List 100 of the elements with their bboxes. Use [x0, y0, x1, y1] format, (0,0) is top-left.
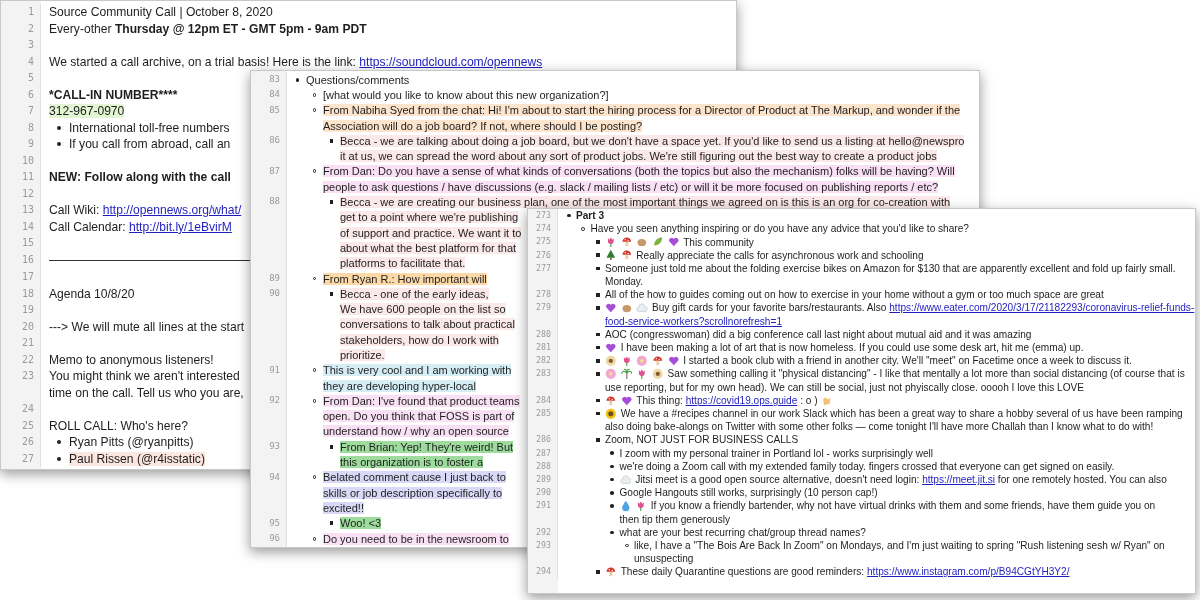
line-text: Belated comment cause I just back to [323, 471, 506, 484]
line-number: 13 [21, 203, 34, 217]
line-text: Monday. [605, 276, 643, 288]
line-text: You might think we aren't interested [49, 369, 240, 384]
line-number: 294 [535, 565, 551, 579]
bullet-icon [595, 438, 600, 442]
bullet-icon [595, 398, 600, 403]
line-number: 292 [535, 525, 551, 539]
line-text: 312-967-0970 [49, 104, 125, 119]
line-number: 281 [535, 340, 551, 354]
line-text: NEW: Follow along with the call [49, 170, 231, 185]
link[interactable]: https://meet.jit.si [922, 474, 996, 486]
line-text: Woo! <3 [340, 517, 382, 530]
mushroom-icon [620, 249, 633, 261]
line-number: 275 [535, 235, 551, 249]
line-number: 26 [21, 435, 34, 449]
line-text: From Brian: Yep! They're weird! But [340, 440, 514, 453]
bullet-icon [610, 490, 615, 495]
line-text: people to ask questions / have discussions (e.g. slack / mailing lists / etc) or will it be more focused on publishing reports / etc? [323, 180, 939, 193]
link[interactable]: food-service-workers?scrollnorefresh=1 [605, 315, 782, 327]
line-number: 288 [535, 459, 551, 473]
line-number: 87 [268, 164, 280, 178]
line-text: I have been making a lot of art that is now homeless. If you could use some desk art, hit me (emma) up. [620, 342, 1084, 354]
line-number: 19 [21, 303, 34, 317]
tulip-icon [605, 236, 617, 248]
hands-icon [820, 394, 833, 407]
heart-icon [620, 394, 633, 407]
line-text: We have a #recipes channel in our work Slack which has been a great way to share a hobby several of us have been ramping [620, 408, 1183, 420]
line-number: 94 [268, 470, 280, 484]
line-text: use reporting, but for my own head). We can still be social, just not phyiscally close. ooooh I love this LOVE [605, 381, 1084, 393]
line-text: AOC (congresswoman) did a big conference call last night about mutual aid and it was amazing [605, 328, 1032, 340]
line-number: 291 [535, 499, 551, 513]
tree-icon [605, 249, 617, 261]
bullet-icon [610, 464, 615, 469]
line-text: Someone just told me about the folding exercise bikes on Amazon for $130 that are apparently excellent and fold up fairly small. [605, 262, 1176, 274]
line-text: International toll-free numbers [69, 120, 230, 135]
line-number: 10 [21, 153, 34, 168]
line-text: like, I have a "The Bois Are Back In Zoom" on Mondays, and I'm just waiting to spring "Rush listening sesh w/ Ryan" on [634, 540, 1165, 551]
line-number: 90 [268, 287, 280, 301]
line-text: this organization is to foster a [340, 456, 484, 469]
link[interactable]: https://www.eater.com/2020/3/17/21182293/coronavirus-relief-funds- [889, 302, 1195, 314]
bullet-icon [329, 444, 334, 449]
line-number: 16 [21, 252, 34, 267]
bullet-icon [610, 504, 615, 508]
line-text: From Dan: I've found that product teams [323, 394, 520, 407]
line-text: If you know a friendly bartender, why not have virtual drinks with them and some friends, have them guide you on [650, 500, 1156, 512]
line-number: 22 [21, 352, 34, 367]
bullet-icon [595, 306, 600, 310]
line-text: excited!! [323, 501, 364, 514]
line-text: Buy gift cards for your favorite bars/restaurants. Also https://www.eater.com/2020/3/17/21182293/coronavirus-relief-funds- [651, 302, 1195, 314]
line-number: 1 [27, 5, 34, 19]
cloud-icon [636, 302, 648, 314]
bullet-icon [595, 240, 600, 244]
line-number: 92 [268, 394, 280, 408]
line-number: 96 [268, 531, 280, 545]
line-text: This thing: https://covid19.ops.guide : o ) [636, 394, 818, 406]
leaf-icon [651, 236, 664, 248]
line-text: Jitsi meet is a good open source alternative, doesn't need login: https://meet.jit.si for one remotely hosted. You can also [635, 474, 1167, 486]
line-number: 27 [21, 451, 34, 466]
line-number: 6 [27, 87, 34, 102]
line-text: we're doing a Zoom call with my extended family today. fingers crossed that everyone can get signed on easily. [619, 460, 1115, 472]
link[interactable]: http://bit.ly/1eBvirM [129, 219, 232, 234]
line-number: 3 [27, 38, 34, 52]
line-text: We started a call archive, on a trial basis! Here is the link: https://soundcloud.com/opennews [49, 54, 543, 69]
line-number: 89 [268, 271, 280, 285]
line-text: *CALL-IN NUMBER**** [49, 87, 178, 102]
line-number: 24 [21, 402, 34, 416]
bullet-icon [56, 456, 62, 461]
bullet-icon [610, 530, 615, 535]
link[interactable]: https://www.instagram.com/p/B94CGtYH3Y2/ [866, 566, 1070, 578]
line-text: Becca - one of the early ideas, [340, 287, 489, 300]
line-number: 15 [21, 236, 34, 250]
link[interactable]: https://soundcloud.com/opennews [359, 54, 543, 69]
line-number: 12 [21, 186, 34, 201]
line-number: 5 [27, 71, 34, 85]
heart-icon [605, 302, 617, 314]
line-text: get to a point where we're publishing [340, 211, 519, 224]
line-text: then tip them generously [619, 513, 731, 525]
line-text: Paul Rissen (@r4isstatic) [69, 451, 205, 466]
line-number: 91 [268, 363, 280, 377]
bullet-icon [329, 138, 334, 143]
bullet-icon [295, 77, 300, 82]
palm-icon [620, 368, 633, 380]
line-number: 2 [27, 21, 34, 36]
line-text: From Nabiha Syed from the chat: Hi! I'm about to start the hiring process for a Director of Product at The Markup, and wonder if the [323, 104, 961, 117]
line-number: 86 [268, 134, 280, 148]
line-number: 286 [535, 433, 551, 447]
line-number: 85 [268, 103, 280, 117]
bullet-icon [329, 521, 334, 526]
line-text: Part 3 [576, 210, 605, 222]
line-text: it at us, we can spread the word about any sort of product jobs. We're still figuring out the best way to create a product jobs [340, 150, 937, 163]
line-number: 9 [27, 137, 34, 151]
link[interactable]: https://covid19.ops.guide [685, 394, 798, 406]
tulip-icon [636, 368, 648, 380]
link[interactable]: http://opennews.org/what/ [102, 203, 242, 218]
daisy-icon [651, 368, 664, 380]
line-number: 284 [535, 393, 551, 407]
line-text: [what would you like to know about this new organization?] [323, 88, 609, 101]
line-text: Call Calendar: http://bit.ly/1eBvirM [49, 219, 232, 234]
line-text: Becca - we are talking about doing a job board, but we don't have a space yet. If you'd like to send us a listing at hello@newspro [340, 134, 965, 147]
